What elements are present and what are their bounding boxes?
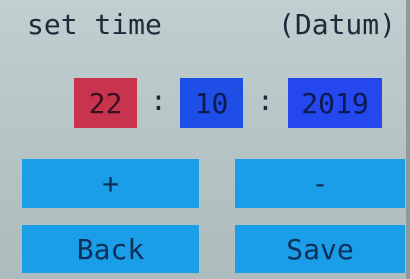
day-field[interactable]: 22 [74, 78, 137, 128]
touch-screen: set time (Datum) 22 : 10 : 2019 + - Back… [0, 0, 410, 279]
month-field[interactable]: 10 [180, 78, 243, 128]
date-separator: : [257, 84, 274, 117]
date-separator: : [150, 84, 167, 117]
back-button[interactable]: Back [22, 225, 199, 273]
year-field[interactable]: 2019 [288, 78, 382, 128]
screen-subtitle: (Datum) [278, 8, 397, 41]
screen-title: set time [27, 8, 162, 41]
increment-button[interactable]: + [22, 159, 199, 208]
screen-bezel [406, 0, 410, 279]
save-button[interactable]: Save [235, 225, 405, 273]
decrement-button[interactable]: - [235, 159, 405, 208]
